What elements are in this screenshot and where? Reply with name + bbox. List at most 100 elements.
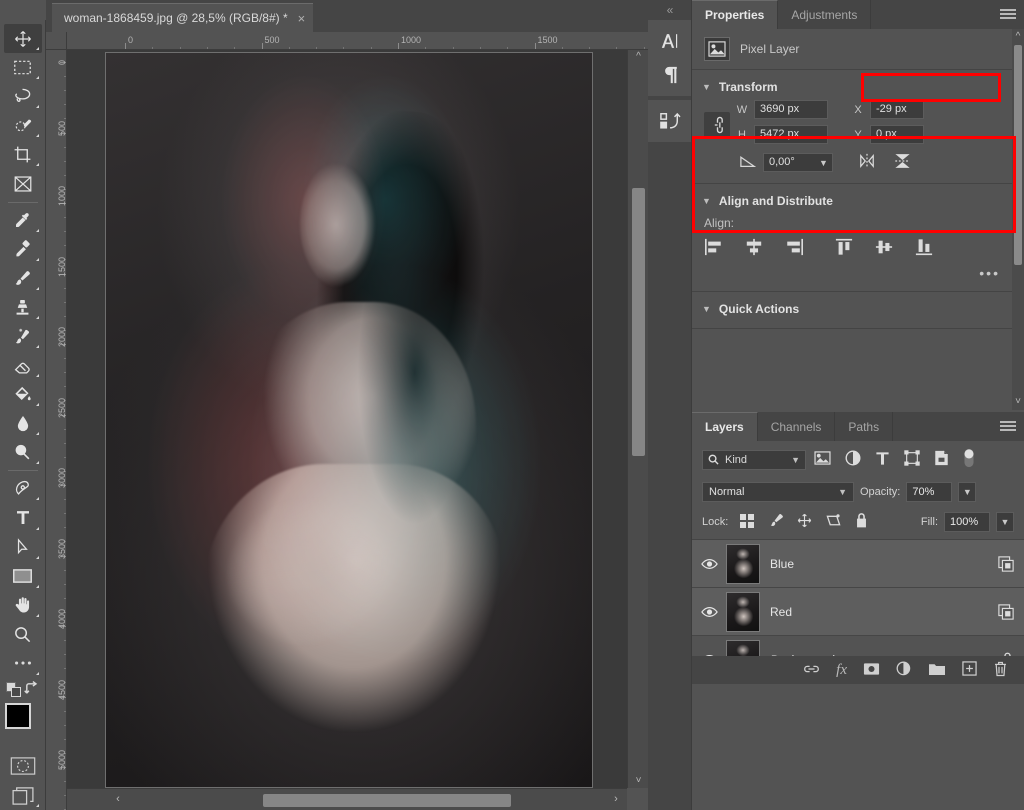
filter-toggle-switch-icon[interactable]: [963, 448, 975, 471]
tab-properties[interactable]: Properties: [692, 0, 779, 29]
gradient-tool[interactable]: [4, 380, 42, 409]
history-brush-tool[interactable]: [4, 322, 42, 351]
eraser-tool[interactable]: [4, 351, 42, 380]
document-tab[interactable]: woman-1868459.jpg @ 28,5% (RGB/8#) * ×: [52, 3, 314, 32]
flip-vertical-icon[interactable]: [894, 152, 911, 173]
ruler-corner[interactable]: [46, 32, 67, 50]
filter-adjustment-layers-icon[interactable]: [845, 450, 861, 469]
align-left-edges-icon[interactable]: [704, 238, 724, 259]
actions-panel-icon[interactable]: [648, 104, 692, 138]
link-aspect-ratio-icon[interactable]: [704, 112, 730, 138]
height-input[interactable]: 5472 px: [754, 125, 828, 144]
align-horizontal-centers-icon[interactable]: [744, 238, 764, 259]
close-icon[interactable]: ×: [298, 12, 306, 25]
default-colors-icon[interactable]: [5, 682, 22, 701]
tab-channels[interactable]: Channels: [758, 412, 836, 441]
x-input[interactable]: -29 px: [870, 100, 924, 119]
pen-tool[interactable]: [4, 474, 42, 503]
rectangle-tool[interactable]: [4, 562, 42, 591]
layers-panel-menu-icon[interactable]: [1000, 420, 1016, 433]
smart-object-badge-icon[interactable]: [998, 603, 1014, 620]
lock-position-icon[interactable]: [797, 513, 812, 531]
scroll-left-arrow-icon[interactable]: ‹: [111, 793, 125, 805]
align-more-options[interactable]: •••: [692, 259, 1024, 281]
properties-scroll-up-icon[interactable]: ^: [1012, 31, 1024, 42]
new-layer-icon[interactable]: [962, 661, 977, 679]
frame-tool[interactable]: [4, 169, 42, 198]
color-swatches[interactable]: [3, 701, 45, 746]
chevron-down-icon[interactable]: ▼: [702, 196, 711, 206]
eye-icon[interactable]: [692, 606, 726, 618]
layer-style-fx-icon[interactable]: fx: [836, 662, 847, 679]
properties-scroll-thumb[interactable]: [1014, 45, 1022, 265]
align-right-edges-icon[interactable]: [784, 238, 804, 259]
align-vertical-centers-icon[interactable]: [874, 238, 894, 259]
vertical-scroll-thumb[interactable]: [632, 188, 645, 456]
chevron-down-icon[interactable]: ▼: [791, 455, 800, 465]
align-section-title[interactable]: ▼ Align and Distribute: [692, 192, 1024, 214]
link-layers-icon[interactable]: [803, 662, 820, 679]
blur-tool[interactable]: [4, 409, 42, 438]
fill-input[interactable]: 100%: [944, 512, 990, 532]
new-adjustment-layer-icon[interactable]: [896, 661, 912, 680]
object-selection-tool[interactable]: [4, 111, 42, 140]
edit-toolbar-tool[interactable]: [4, 649, 42, 678]
canvas-area[interactable]: [67, 50, 627, 788]
chevron-down-icon[interactable]: ▼: [838, 487, 847, 497]
lock-all-icon[interactable]: [855, 513, 868, 531]
eyedropper-tool[interactable]: [4, 206, 42, 235]
add-layer-mask-icon[interactable]: [863, 662, 880, 679]
scroll-up-arrow-icon[interactable]: ^: [628, 51, 649, 62]
collapse-rail-icon[interactable]: «: [648, 0, 692, 20]
tab-layers[interactable]: Layers: [692, 412, 758, 441]
layer-thumbnail[interactable]: [726, 591, 760, 632]
spot-healing-brush-tool[interactable]: [4, 235, 42, 264]
transform-section-title[interactable]: ▼ Transform: [692, 78, 1024, 100]
crop-tool[interactable]: [4, 140, 42, 169]
foreground-color-swatch[interactable]: [4, 703, 31, 730]
filter-smart-objects-icon[interactable]: [934, 450, 949, 469]
filter-type-layers-icon[interactable]: [875, 451, 890, 469]
tab-paths[interactable]: Paths: [835, 412, 894, 441]
swap-colors-icon[interactable]: [23, 680, 39, 699]
character-panel-icon[interactable]: [648, 24, 692, 58]
align-top-edges-icon[interactable]: [834, 238, 854, 259]
properties-scroll-down-icon[interactable]: ˅: [1012, 396, 1024, 407]
lock-transparent-pixels-icon[interactable]: [740, 513, 755, 531]
lasso-tool[interactable]: [4, 82, 42, 111]
flip-horizontal-icon[interactable]: [858, 153, 876, 172]
eye-icon[interactable]: [692, 558, 726, 570]
smart-object-badge-icon[interactable]: [998, 555, 1014, 572]
filter-pixel-layers-icon[interactable]: [814, 451, 831, 468]
scroll-right-arrow-icon[interactable]: ›: [609, 793, 623, 805]
width-input[interactable]: 3690 px: [754, 100, 828, 119]
quick-actions-title[interactable]: ▼ Quick Actions: [692, 300, 1024, 318]
delete-layer-icon[interactable]: [993, 661, 1008, 680]
opacity-input[interactable]: 70%: [906, 482, 953, 502]
vertical-ruler[interactable]: 0 500 1000 1500 2000 2500 3000 3500 4000 4500 5000: [46, 50, 67, 810]
brush-tool[interactable]: [4, 264, 42, 293]
canvas-vertical-scrollbar[interactable]: ^ ˅: [627, 50, 648, 788]
layer-thumbnail[interactable]: [726, 543, 760, 584]
horizontal-ruler[interactable]: 0500100015002000250030003500: [67, 32, 648, 50]
canvas-image[interactable]: [99, 52, 600, 788]
y-input[interactable]: 0 px: [870, 125, 924, 144]
rectangular-marquee-tool[interactable]: [4, 53, 42, 82]
chevron-down-icon[interactable]: ▼: [702, 82, 711, 92]
properties-panel-menu-icon[interactable]: [1000, 8, 1016, 21]
align-bottom-edges-icon[interactable]: [914, 238, 934, 259]
properties-scrollbar[interactable]: ^ ˅: [1012, 29, 1024, 410]
horizontal-type-tool[interactable]: [4, 503, 42, 532]
horizontal-scroll-thumb[interactable]: [263, 794, 511, 807]
chevron-down-icon[interactable]: ▼: [702, 304, 711, 314]
screen-mode-icon[interactable]: [4, 781, 42, 810]
angle-input[interactable]: 0,00°: [763, 153, 815, 172]
filter-kind-select[interactable]: Kind ▼: [702, 449, 806, 470]
new-group-icon[interactable]: [928, 662, 946, 679]
opacity-dropdown-caret-icon[interactable]: ▼: [958, 482, 977, 502]
scroll-down-arrow-icon[interactable]: ˅: [628, 775, 649, 786]
lock-image-pixels-icon[interactable]: [768, 513, 784, 531]
paragraph-panel-icon[interactable]: [648, 58, 692, 92]
tab-adjustments[interactable]: Adjustments: [778, 0, 872, 29]
path-selection-tool[interactable]: [4, 533, 42, 562]
